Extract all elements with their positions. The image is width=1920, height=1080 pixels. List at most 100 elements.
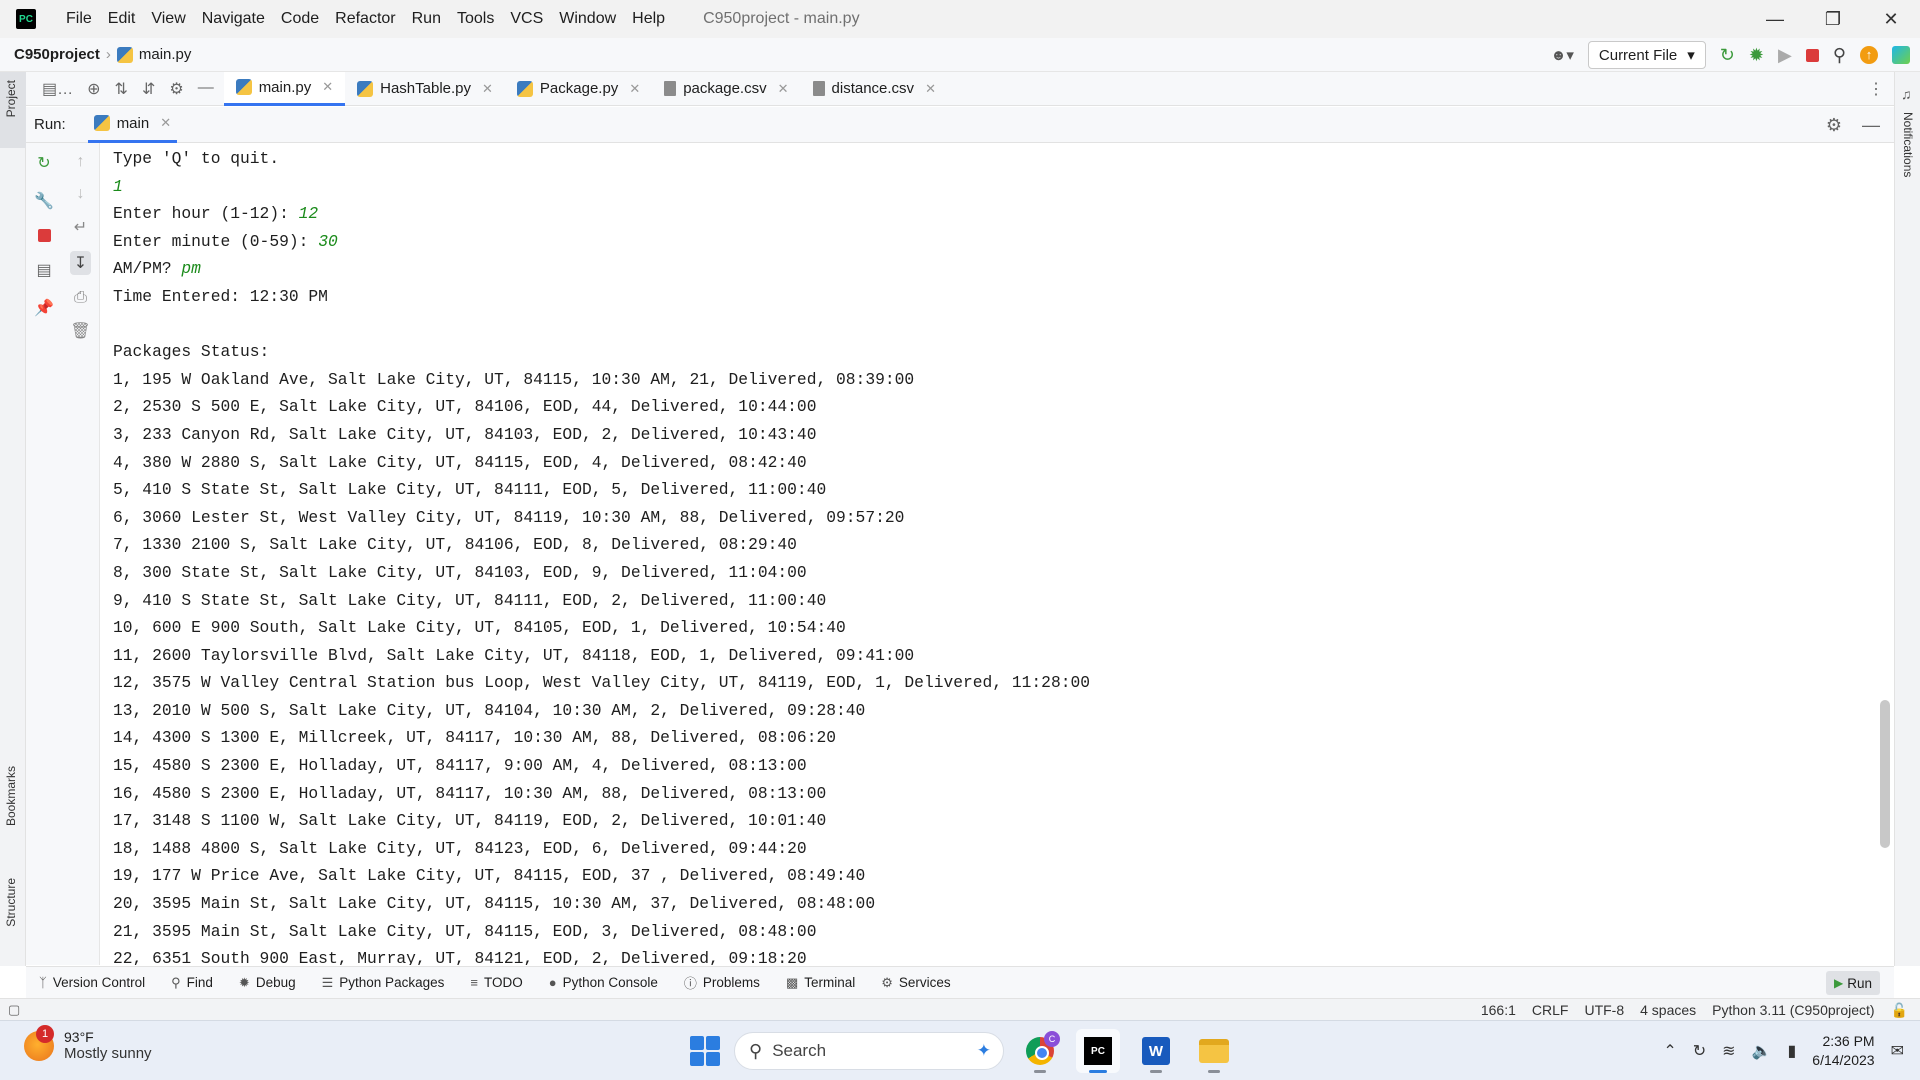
jetbrains-toolbox-icon[interactable] xyxy=(1892,46,1910,64)
menu-view[interactable]: View xyxy=(143,10,193,28)
arrow-up-icon[interactable]: ↑ xyxy=(77,153,85,171)
soft-wrap-icon[interactable]: ↵ xyxy=(74,217,87,237)
stop-icon[interactable] xyxy=(37,229,51,242)
structure-tool-label[interactable]: Structure xyxy=(4,878,18,927)
bell-icon[interactable]: ♫ xyxy=(1901,86,1912,102)
toolwindow-python-console[interactable]: ● Python Console xyxy=(536,975,671,990)
more-tabs-icon[interactable]: ⋮ xyxy=(1868,79,1884,99)
layout-icon[interactable]: ▤ xyxy=(36,260,51,280)
notification-center-icon[interactable]: ✉ xyxy=(1891,1041,1904,1061)
breadcrumb-project[interactable]: C950project xyxy=(14,46,100,63)
gear-icon[interactable]: ⚙ xyxy=(169,79,183,99)
line-separator[interactable]: CRLF xyxy=(1532,1002,1569,1018)
pycharm-app[interactable]: PC xyxy=(1076,1029,1120,1073)
close-icon[interactable]: ✕ xyxy=(1862,0,1920,38)
indent-setting[interactable]: 4 spaces xyxy=(1640,1002,1696,1018)
caret-position[interactable]: 166:1 xyxy=(1481,1002,1516,1018)
arrow-down-icon[interactable]: ↓ xyxy=(77,185,85,203)
close-tab-icon[interactable]: ✕ xyxy=(322,79,333,95)
minimize-icon[interactable]: — xyxy=(1746,0,1804,38)
weather-widget[interactable]: 1 93°F Mostly sunny xyxy=(24,1024,152,1062)
wifi-icon[interactable]: ≋ xyxy=(1722,1041,1735,1061)
menu-edit[interactable]: Edit xyxy=(100,10,144,28)
restore-icon[interactable]: ❐ xyxy=(1804,0,1862,38)
chevron-up-icon[interactable]: ⌃ xyxy=(1663,1041,1676,1061)
tab-package-csv[interactable]: package.csv ✕ xyxy=(652,72,800,106)
close-tab-icon[interactable]: ✕ xyxy=(482,81,493,97)
battery-icon[interactable]: ▮ xyxy=(1787,1041,1796,1061)
word-app[interactable]: W xyxy=(1134,1029,1178,1073)
sync-icon[interactable]: ↻ xyxy=(1693,1041,1706,1061)
gear-icon[interactable]: ⚙ xyxy=(1826,115,1842,136)
console-text: AM/PM? xyxy=(113,259,182,279)
console-line: 8, 300 State St, Salt Lake City, UT, 841… xyxy=(113,559,1881,587)
file-encoding[interactable]: UTF-8 xyxy=(1584,1002,1624,1018)
tab-distance-csv[interactable]: distance.csv ✕ xyxy=(801,72,948,106)
debug-icon[interactable]: ✹ xyxy=(1749,45,1764,66)
breadcrumb-file[interactable]: main.py xyxy=(116,46,191,63)
toolwindow-todo[interactable]: ≡ TODO xyxy=(457,975,535,990)
run-tab-main[interactable]: main ✕ xyxy=(87,107,178,143)
scrollbar-thumb[interactable] xyxy=(1880,700,1890,848)
search-everywhere-icon[interactable]: ⚲ xyxy=(1833,45,1846,66)
notifications-tool-label[interactable]: Notifications xyxy=(1901,112,1915,177)
locate-icon[interactable]: ⊕ xyxy=(87,79,100,99)
run-config-select[interactable]: Current File ▾ xyxy=(1587,41,1706,69)
project-tool-label[interactable]: Project xyxy=(4,80,18,117)
toolwindow-python-packages[interactable]: ☰ Python Packages xyxy=(309,975,458,991)
menu-run[interactable]: Run xyxy=(404,10,449,28)
menu-code[interactable]: Code xyxy=(273,10,327,28)
pin-icon[interactable]: 📌 xyxy=(34,298,54,318)
console-output[interactable]: Type 'Q' to quit. 1 Enter hour (1-12): 12 E… xyxy=(101,143,1881,965)
project-view-icon[interactable]: ▤… xyxy=(42,79,73,99)
windows-start-icon[interactable] xyxy=(690,1036,720,1066)
tab-main-py[interactable]: main.py ✕ xyxy=(223,71,346,106)
menu-refactor[interactable]: Refactor xyxy=(327,10,403,28)
menu-tools[interactable]: Tools xyxy=(449,10,502,28)
close-tab-icon[interactable]: ✕ xyxy=(160,115,171,131)
close-tab-icon[interactable]: ✕ xyxy=(629,81,640,97)
toolwindow-services[interactable]: ⚙ Services xyxy=(868,975,963,991)
tab-package-py[interactable]: Package.py ✕ xyxy=(505,72,652,106)
toolwindow-debug[interactable]: ✹ Debug xyxy=(226,975,309,991)
toolwindow-version-control[interactable]: ᛉ Version Control xyxy=(26,975,158,990)
rerun-icon[interactable]: ↻ xyxy=(1720,45,1735,66)
tab-hashtable-py[interactable]: HashTable.py ✕ xyxy=(345,72,505,106)
rerun-icon[interactable]: ↻ xyxy=(37,153,50,173)
print-icon[interactable]: ⎙ xyxy=(74,289,87,307)
menu-help[interactable]: Help xyxy=(624,10,673,28)
console-line: 3, 233 Canyon Rd, Salt Lake City, UT, 84… xyxy=(113,421,1881,449)
clock[interactable]: 2:36 PM 6/14/2023 xyxy=(1812,1032,1874,1070)
menu-window[interactable]: Window xyxy=(551,10,624,28)
toolwindow-find[interactable]: ⚲ Find xyxy=(158,975,226,991)
toolwindow-terminal[interactable]: ▩ Terminal xyxy=(773,975,868,991)
collapse-all-icon[interactable]: ⇵ xyxy=(142,79,155,99)
layout-toggle-icon[interactable]: ▢ xyxy=(8,1002,20,1018)
console-user-input: 1 xyxy=(113,176,123,196)
hide-icon[interactable]: — xyxy=(1862,115,1880,136)
user-icon[interactable]: ☻▾ xyxy=(1551,46,1574,64)
python-interpreter[interactable]: Python 3.11 (C950project) xyxy=(1712,1002,1874,1018)
coverage-icon[interactable]: ▶ xyxy=(1778,45,1792,66)
hide-icon[interactable]: — xyxy=(198,79,214,99)
lock-icon[interactable]: 🔓 xyxy=(1891,1002,1908,1019)
run-toolwindow-button[interactable]: ▶ Run xyxy=(1826,971,1880,995)
file-explorer-app[interactable] xyxy=(1192,1029,1236,1073)
taskbar-search[interactable]: ⚲ Search ✦ xyxy=(734,1032,1004,1070)
stop-icon[interactable] xyxy=(1805,48,1819,62)
update-icon[interactable]: ↑ xyxy=(1860,46,1878,64)
toolwindow-problems[interactable]: ⓘ Problems xyxy=(671,973,773,992)
scroll-to-end-icon[interactable]: ↧ xyxy=(69,251,92,275)
expand-all-icon[interactable]: ⇅ xyxy=(115,79,128,99)
close-tab-icon[interactable]: ✕ xyxy=(778,81,789,97)
bookmarks-tool-label[interactable]: Bookmarks xyxy=(4,766,18,826)
trash-icon[interactable]: 🗑 xyxy=(70,321,90,341)
toolwindow-label: Problems xyxy=(702,975,760,990)
chrome-app[interactable]: C xyxy=(1018,1029,1062,1073)
wrench-icon[interactable]: 🔧 xyxy=(34,191,54,211)
menu-vcs[interactable]: VCS xyxy=(502,10,551,28)
close-tab-icon[interactable]: ✕ xyxy=(925,81,936,97)
volume-icon[interactable]: 🔈 xyxy=(1752,1041,1772,1061)
menu-navigate[interactable]: Navigate xyxy=(194,10,273,28)
menu-file[interactable]: File xyxy=(58,10,100,28)
